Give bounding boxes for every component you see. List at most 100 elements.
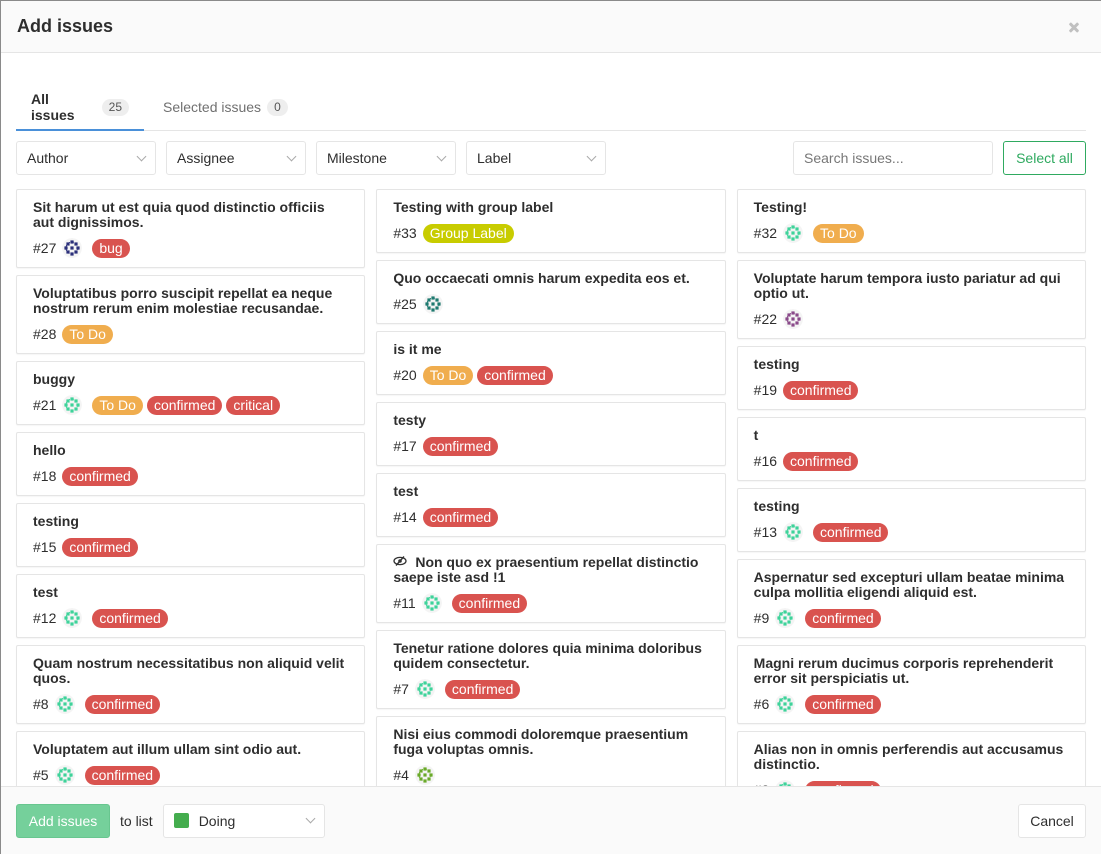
issue-title: Voluptatibus porro suscipit repellat ea … <box>33 286 349 316</box>
assignee-avatar[interactable] <box>421 593 442 613</box>
issues-list[interactable]: Sit harum ut est quia quod distinctio of… <box>1 175 1101 786</box>
assignee-avatar[interactable] <box>62 395 83 415</box>
assignee-avatar[interactable] <box>783 309 804 329</box>
issue-card[interactable]: buggy #21 To Do confirmed critical <box>16 361 366 425</box>
issue-label[interactable]: critical <box>226 395 281 415</box>
issue-label[interactable]: confirmed <box>422 507 499 527</box>
issue-number: #32 <box>753 225 778 241</box>
issue-card[interactable]: Aspernatur sed excepturi ullam beatae mi… <box>736 559 1086 638</box>
issue-label[interactable]: To Do <box>422 365 474 385</box>
issue-meta: #6 confirmed <box>754 694 1070 714</box>
issue-title: test <box>33 585 349 600</box>
issue-title-text: Quo occaecati omnis harum expedita eos e… <box>393 270 690 286</box>
issue-card[interactable]: Testing with group label #33 Group Label <box>376 189 726 253</box>
issue-meta: #14 confirmed <box>393 507 709 527</box>
issue-card[interactable]: testy #17 confirmed <box>376 402 726 466</box>
issue-card[interactable]: Tenetur ratione dolores quia minima dolo… <box>376 630 726 709</box>
assignee-avatar[interactable] <box>414 765 435 785</box>
assignee-avatar[interactable] <box>775 608 796 628</box>
label-dropdown[interactable]: Label <box>466 141 606 175</box>
issue-label[interactable]: confirmed <box>805 694 881 714</box>
issue-meta: #28 To Do <box>33 324 349 344</box>
issue-card[interactable]: Voluptate harum tempora iusto pariatur a… <box>736 260 1086 339</box>
issue-label[interactable]: confirmed <box>444 679 521 699</box>
tab-count-badge: 25 <box>101 98 129 116</box>
issue-card[interactable]: Voluptatem aut illum ullam sint odio aut… <box>16 731 366 786</box>
issue-title-text: Testing! <box>753 199 808 215</box>
issue-label[interactable]: bug <box>92 238 130 258</box>
issue-number: #7 <box>393 681 409 697</box>
issue-title-text: Voluptatibus porro suscipit repellat ea … <box>33 285 333 316</box>
issue-label[interactable]: confirmed <box>477 365 553 385</box>
assignee-avatar[interactable] <box>783 522 804 542</box>
tab-all-issues[interactable]: All issues 25 <box>16 85 144 131</box>
issue-card[interactable]: Sit harum ut est quia quod distinctio of… <box>16 189 366 268</box>
issue-label[interactable]: confirmed <box>84 694 161 714</box>
issue-label[interactable]: confirmed <box>62 537 138 557</box>
issue-label[interactable]: confirmed <box>62 466 138 486</box>
issue-card[interactable]: testing #13 confirmed <box>736 488 1086 552</box>
issue-card[interactable]: Testing! #32 To Do <box>736 189 1086 253</box>
milestone-dropdown[interactable]: Milestone <box>316 141 456 175</box>
cancel-button[interactable]: Cancel <box>1018 803 1086 838</box>
issue-meta: #8 confirmed <box>33 694 349 714</box>
assignee-avatar[interactable] <box>54 765 75 785</box>
issue-card[interactable]: Magni rerum ducimus corporis reprehender… <box>736 645 1086 724</box>
assignee-avatar[interactable] <box>54 694 75 714</box>
issue-label[interactable]: To Do <box>62 324 113 344</box>
issue-card[interactable]: Quam nostrum necessitatibus non aliquid … <box>16 645 366 724</box>
list-select-dropdown[interactable]: Doing <box>162 803 325 838</box>
issue-card[interactable]: is it me #20 To Do confirmed <box>376 331 726 395</box>
issue-meta: #19 confirmed <box>754 380 1070 400</box>
issue-label[interactable]: To Do <box>92 395 143 415</box>
issue-card[interactable]: Voluptatibus porro suscipit repellat ea … <box>16 275 366 354</box>
issue-label[interactable]: To Do <box>813 223 864 243</box>
issue-card[interactable]: t #16 confirmed <box>736 417 1086 481</box>
assignee-avatar[interactable] <box>62 238 83 258</box>
close-icon[interactable] <box>1065 18 1083 36</box>
issue-title-text: Alias non in omnis perferendis aut accus… <box>753 741 1064 772</box>
author-dropdown[interactable]: Author <box>16 141 156 175</box>
issue-title: Alias non in omnis perferendis aut accus… <box>754 742 1070 772</box>
issue-label[interactable]: confirmed <box>146 395 223 415</box>
issue-card[interactable]: testing #15 confirmed <box>16 503 366 567</box>
issue-number: #16 <box>753 453 778 469</box>
assignee-avatar[interactable] <box>414 679 435 699</box>
chevron-down-icon <box>136 151 147 161</box>
issue-card[interactable]: Quo occaecati omnis harum expedita eos e… <box>376 260 726 324</box>
issue-card[interactable]: test #14 confirmed <box>376 473 726 537</box>
tab-selected-issues[interactable]: Selected issues 0 <box>148 85 303 131</box>
issue-label[interactable]: confirmed <box>84 765 161 785</box>
issue-label[interactable]: confirmed <box>422 436 499 456</box>
issue-label[interactable]: Group Label <box>422 223 514 243</box>
issue-meta: #27 bug <box>33 238 349 258</box>
add-issues-button[interactable]: Add issues <box>16 803 110 838</box>
issue-card[interactable]: test #12 confirmed <box>16 574 366 638</box>
issue-card[interactable]: Nisi eius commodi doloremque praesentium… <box>376 716 726 786</box>
issue-number: #13 <box>753 524 778 540</box>
issue-card[interactable]: Alias non in omnis perferendis aut accus… <box>736 731 1086 786</box>
issue-meta: #20 To Do confirmed <box>393 365 709 385</box>
issue-label[interactable]: confirmed <box>451 593 528 613</box>
issue-card[interactable]: hello #18 confirmed <box>16 432 366 496</box>
assignee-avatar[interactable] <box>775 694 796 714</box>
issue-number: #20 <box>393 367 417 383</box>
issue-label[interactable]: confirmed <box>783 380 859 400</box>
eye-slash-icon <box>393 556 407 566</box>
issue-card[interactable]: testing #19 confirmed <box>736 346 1086 410</box>
issue-title: t <box>754 428 1070 443</box>
issue-card[interactable]: Non quo ex praesentium repellat distinct… <box>376 544 726 623</box>
search-input[interactable] <box>793 141 993 175</box>
chevron-down-icon <box>286 151 297 161</box>
issue-label[interactable]: confirmed <box>92 608 168 628</box>
assignee-avatar[interactable] <box>62 608 83 628</box>
assignee-avatar[interactable] <box>422 294 443 314</box>
select-all-button[interactable]: Select all <box>1003 141 1086 175</box>
assignee-dropdown[interactable]: Assignee <box>166 141 306 175</box>
assignee-avatar[interactable] <box>783 223 804 243</box>
issue-label[interactable]: confirmed <box>813 522 889 542</box>
issue-label[interactable]: confirmed <box>805 608 881 628</box>
issue-label[interactable]: confirmed <box>783 451 859 471</box>
assignee-avatar[interactable] <box>775 780 795 786</box>
issue-label[interactable]: confirmed <box>805 780 881 786</box>
